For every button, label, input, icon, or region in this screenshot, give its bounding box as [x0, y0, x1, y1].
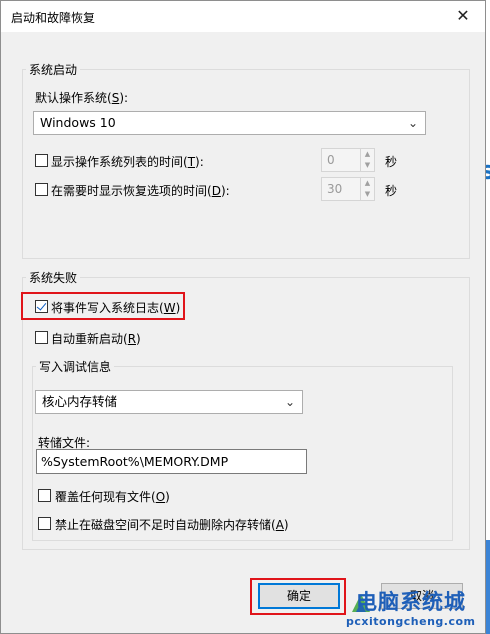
show-recovery-checkbox[interactable]: [35, 183, 48, 196]
auto-restart-checkbox[interactable]: [35, 331, 48, 344]
write-event-log-label: 将事件写入系统日志(W): [51, 301, 181, 315]
default-os-select[interactable]: Windows 10 ⌄: [33, 111, 426, 135]
show-os-list-spinner[interactable]: 0 ▲ ▼: [321, 148, 375, 172]
dump-file-input[interactable]: %SystemRoot%\MEMORY.DMP: [36, 449, 307, 474]
close-button[interactable]: ✕: [449, 3, 477, 29]
chevron-down-icon: ⌄: [407, 116, 418, 130]
system-startup-label: 系统启动: [26, 61, 81, 78]
startup-recovery-dialog: 启动和故障恢复 ✕ 系统启动 默认操作系统(S): Windows 10 ⌄ 显…: [0, 0, 486, 634]
spin-up-icon[interactable]: ▲: [361, 178, 374, 189]
close-icon: ✕: [456, 6, 470, 25]
show-os-list-value: 0: [327, 153, 335, 167]
overwrite-checkbox[interactable]: [38, 489, 51, 502]
show-recovery-value: 30: [327, 182, 343, 196]
show-recovery-label: 在需要时显示恢复选项的时间(D):: [51, 184, 230, 198]
auto-restart-label: 自动重新启动(R): [51, 332, 141, 346]
default-os-label: 默认操作系统(S):: [35, 91, 129, 105]
overwrite-label: 覆盖任何现有文件(O): [55, 490, 170, 504]
show-os-list-checkbox[interactable]: [35, 154, 48, 167]
dump-type-select[interactable]: 核心内存转储 ⌄: [35, 390, 303, 414]
disable-auto-delete-label: 禁止在磁盘空间不足时自动删除内存转储(A): [55, 518, 289, 532]
show-recovery-spinner[interactable]: 30 ▲ ▼: [321, 177, 375, 201]
dump-type-value: 核心内存转储: [42, 394, 118, 409]
show-recovery-unit: 秒: [385, 184, 398, 198]
cancel-button[interactable]: 取消: [381, 583, 463, 609]
disable-auto-delete-checkbox[interactable]: [38, 517, 51, 530]
chevron-down-icon: ⌄: [284, 395, 295, 409]
spin-down-icon[interactable]: ▼: [361, 160, 374, 171]
ok-button[interactable]: 确定: [258, 583, 340, 609]
debug-info-label: 写入调试信息: [36, 358, 115, 375]
write-event-log-checkbox[interactable]: [35, 300, 48, 313]
title-bar: 启动和故障恢复 ✕: [1, 1, 485, 32]
system-failure-label: 系统失败: [26, 269, 81, 286]
spin-up-icon[interactable]: ▲: [361, 149, 374, 160]
show-os-list-label: 显示操作系统列表的时间(T):: [51, 155, 204, 169]
dump-file-value: %SystemRoot%\MEMORY.DMP: [41, 454, 229, 469]
spin-down-icon[interactable]: ▼: [361, 189, 374, 200]
window-title: 启动和故障恢复: [11, 11, 96, 25]
show-os-list-unit: 秒: [385, 155, 398, 169]
default-os-value: Windows 10: [40, 115, 116, 130]
